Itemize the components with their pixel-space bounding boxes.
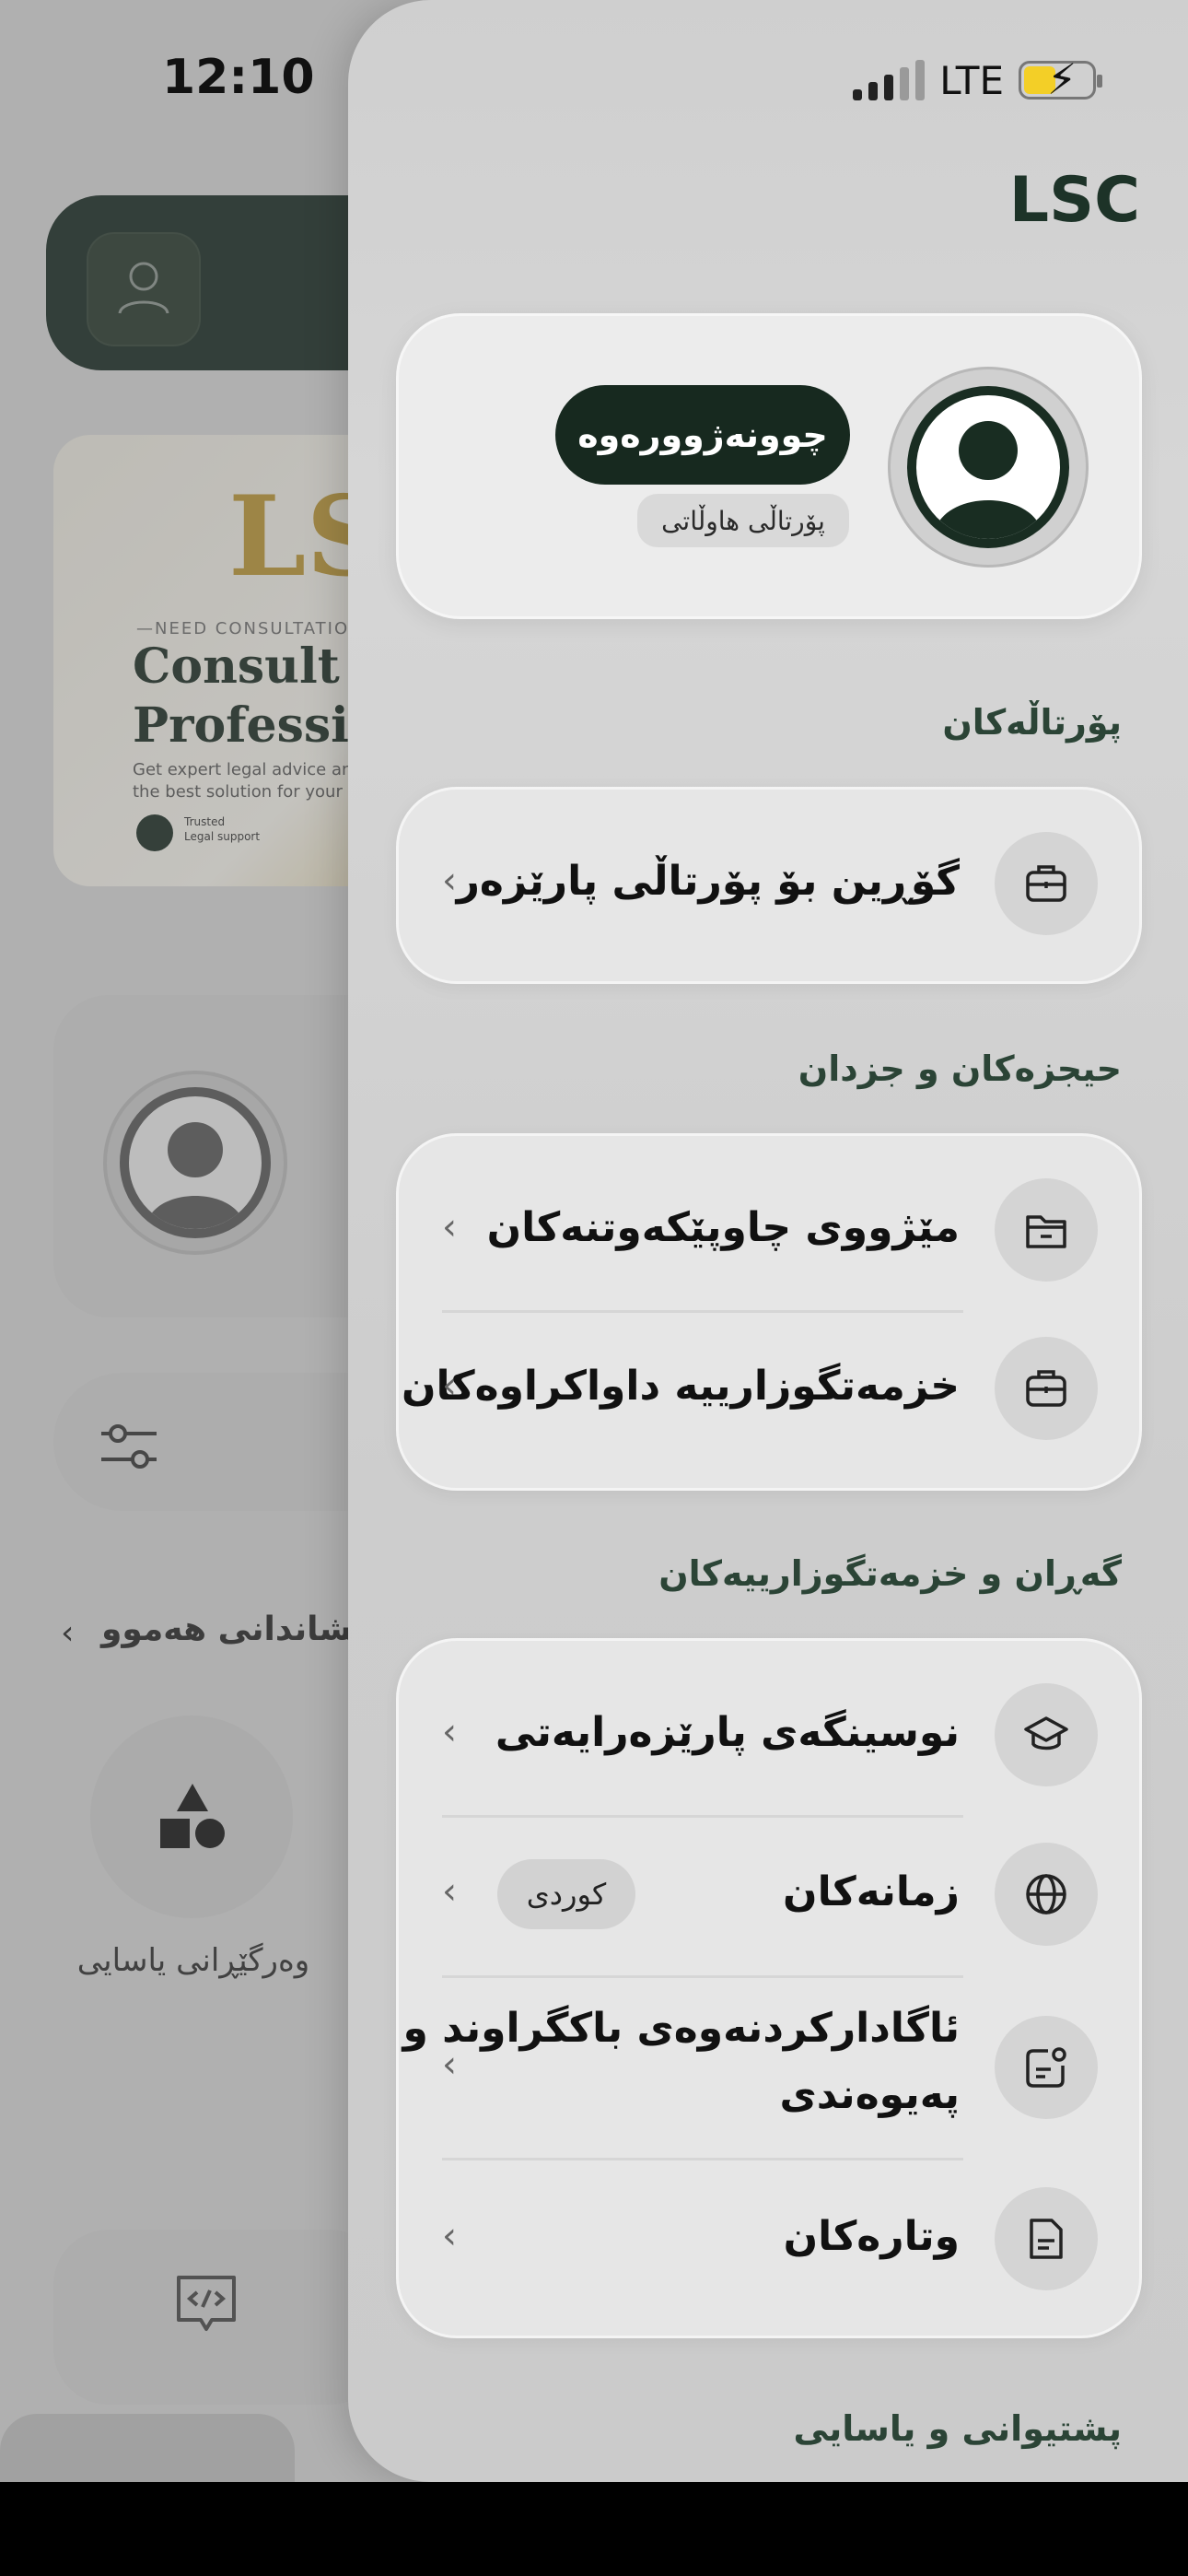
graduation-cap-icon (995, 1683, 1098, 1786)
chevron-left-icon: ‹ (442, 1364, 457, 1407)
section-title-search-services: گەڕان و خزمەتگوزارییەکان (658, 1553, 1122, 1594)
document-icon (995, 2187, 1098, 2290)
chevron-left-icon: ‹ (442, 2215, 457, 2257)
brand-logo: LSC (1008, 164, 1140, 237)
menu-item-label: گۆڕین بۆ پۆرتاڵی پارێزەر (456, 858, 960, 905)
chevron-left-icon: ‹ (442, 1870, 457, 1913)
divider (442, 1975, 963, 1978)
folder-icon (995, 1178, 1098, 1282)
menu-item-requested-services[interactable]: خزمەتگوزارییە داواکراوەکان ‹ (402, 1337, 1098, 1440)
menu-item-label: ئاگادارکردنەوەی باکگراوند و پەیوەندی (402, 2005, 960, 2118)
chevron-left-icon: ‹ (442, 1206, 457, 1248)
menu-item-label: خزمەتگوزارییە داواکراوەکان (401, 1363, 960, 1410)
status-time: 12:10 (162, 50, 315, 105)
section-title-bookings-wallet: حیجزەکان و جزدان (798, 1048, 1122, 1089)
menu-item-label: زمانەکان (783, 1868, 960, 1915)
chevron-left-icon: ‹ (442, 2043, 457, 2086)
home-indicator-area (0, 2482, 1188, 2576)
chevron-left-icon: ‹ (442, 1711, 457, 1753)
status-indicators: LTE ⚡ (853, 55, 1102, 105)
network-type: LTE (939, 57, 1004, 103)
briefcase-icon (995, 1337, 1098, 1440)
menu-item-background-notifications[interactable]: ئاگادارکردنەوەی باکگراوند و پەیوەندی ‹ (403, 2005, 1098, 2119)
battery-charging-icon: ⚡ (1019, 58, 1102, 100)
menu-item-label: مێژووی چاوپێکەوتنەکان (486, 1204, 960, 1251)
screen: LS —NEED CONSULTATION Consult O Professi… (0, 0, 1188, 2482)
menu-item-articles[interactable]: وتارەکان ‹ (442, 2187, 1098, 2290)
menu-item-label: نوسینگەی پارێزەرایەتی (495, 1709, 960, 1756)
globe-icon (995, 1843, 1098, 1946)
briefcase-icon (995, 832, 1098, 935)
menu-item-law-offices[interactable]: نوسینگەی پارێزەرایەتی ‹ (442, 1683, 1098, 1786)
signal-icon (853, 60, 926, 100)
menu-item-appointment-history[interactable]: مێژووی چاوپێکەوتنەکان ‹ (442, 1178, 1098, 1282)
user-silhouette-icon (933, 421, 1043, 539)
avatar[interactable] (888, 367, 1089, 568)
divider (442, 1310, 963, 1313)
divider (442, 2158, 963, 2160)
menu-item-switch-lawyer-portal[interactable]: گۆڕین بۆ پۆرتاڵی پارێزەر ‹ (442, 832, 1098, 935)
divider (442, 1815, 963, 1818)
menu-item-label: وتارەکان (783, 2213, 960, 2260)
language-value: كوردی (497, 1859, 635, 1929)
notification-icon (995, 2016, 1098, 2119)
chevron-left-icon: ‹ (442, 860, 457, 902)
section-title-support-legal: پشتیوانی و یاسایی (793, 2408, 1123, 2449)
login-button[interactable]: چوونەژوورەوە (555, 385, 850, 485)
section-title-portals: پۆرتاڵەکان (942, 702, 1122, 743)
menu-item-languages[interactable]: زمانەکان كوردی ‹ (442, 1843, 1098, 1946)
portal-chip: پۆرتاڵی هاوڵاتی (637, 494, 849, 547)
